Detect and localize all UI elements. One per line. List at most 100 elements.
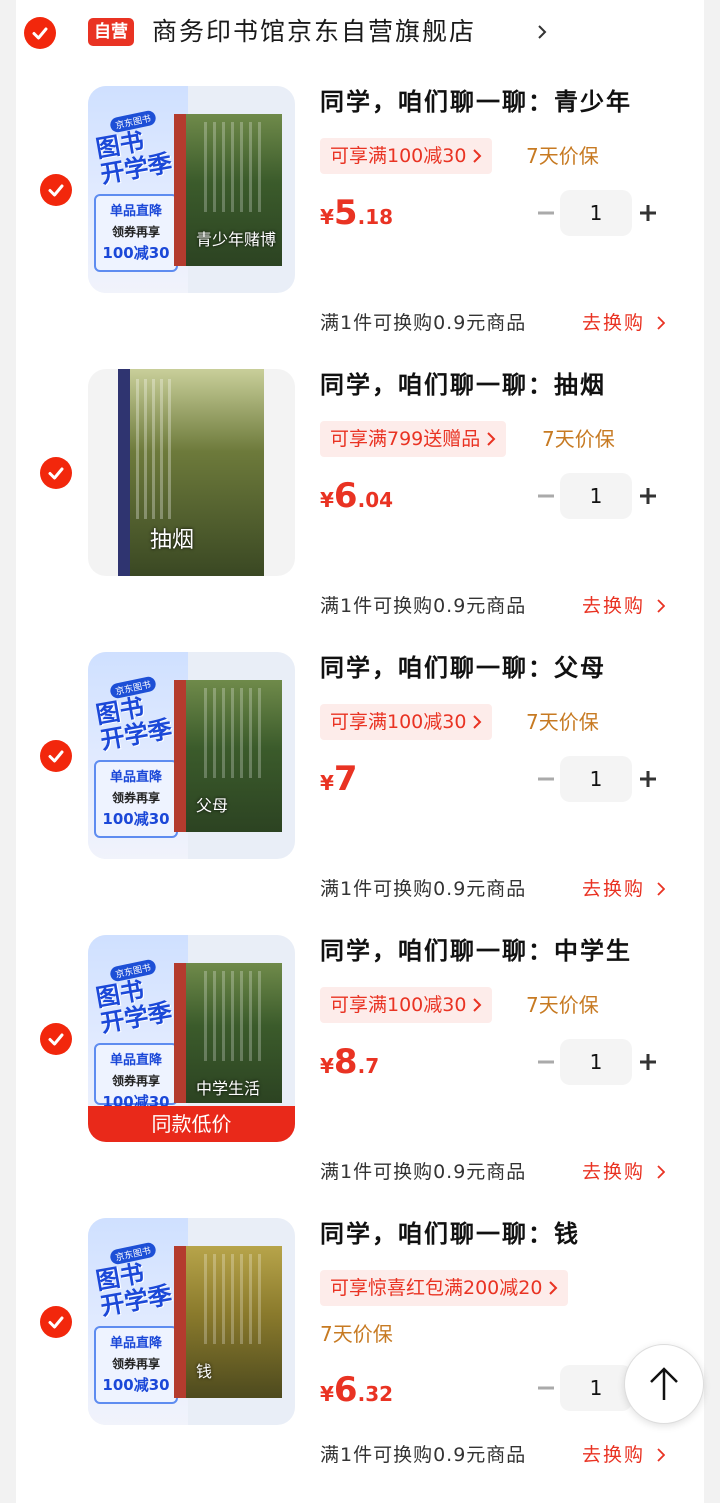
- check-icon: [48, 1033, 64, 1046]
- cart-item: 京东图书 图书 开学季 单品直降 领券再享 100减30 中学生活 同款低价 同学…: [0, 935, 720, 1218]
- quantity-input[interactable]: 1: [560, 1365, 632, 1411]
- chevron-right-icon: [657, 316, 666, 330]
- promo-tag[interactable]: 可享惊喜红包满200减20: [320, 1270, 569, 1306]
- exchange-offer-text: 满1件可换购0.9元商品: [320, 1444, 527, 1466]
- item-select-checkbox[interactable]: [40, 174, 72, 206]
- plus-icon[interactable]: [636, 767, 660, 791]
- chevron-right-icon[interactable]: [536, 22, 548, 42]
- product-thumbnail[interactable]: 京东图书 图书 开学季 单品直降 领券再享 100减30 钱: [88, 1218, 295, 1425]
- book-cover: 父母: [174, 680, 282, 832]
- check-icon: [48, 1316, 64, 1329]
- price-protect-label: 7天价保: [320, 1322, 393, 1346]
- cart-item: 京东图书 图书 开学季 单品直降 领券再享 100减30 父母 同学，咱们聊一聊：…: [0, 652, 720, 935]
- exchange-link[interactable]: 去换购: [582, 1440, 666, 1470]
- quantity-stepper: 1: [534, 1039, 660, 1085]
- quantity-input[interactable]: 1: [560, 190, 632, 236]
- price-protect-label: 7天价保: [542, 427, 615, 451]
- book-cover: 青少年赌博: [174, 114, 282, 266]
- check-icon: [48, 750, 64, 763]
- promo-headline: 图书 开学季: [93, 1259, 175, 1321]
- promo-tag[interactable]: 可享满100减30: [320, 704, 493, 740]
- arrow-up-icon: [650, 1367, 678, 1400]
- promo-headline: 图书 开学季: [93, 976, 175, 1038]
- product-price: ¥7: [320, 759, 358, 799]
- promo-banner: 京东图书 图书 开学季 单品直降 领券再享 100减30: [88, 86, 188, 293]
- exchange-link[interactable]: 去换购: [582, 1157, 666, 1187]
- cover-title: 中学生活: [196, 1079, 261, 1098]
- exchange-offer-text: 满1件可换购0.9元商品: [320, 1161, 527, 1183]
- product-thumbnail[interactable]: 京东图书 图书 开学季 单品直降 领券再享 100减30 父母: [88, 652, 295, 859]
- product-title[interactable]: 同学，咱们聊一聊：青少年: [320, 86, 632, 118]
- plus-icon[interactable]: [636, 201, 660, 225]
- product-price: ¥6.04: [320, 476, 394, 516]
- back-to-top-button[interactable]: [624, 1344, 704, 1424]
- cart-item: 抽烟 同学，咱们聊一聊：抽烟 可享满799送赠品 7天价保 ¥6.04 1 满1…: [0, 369, 720, 652]
- minus-icon[interactable]: [534, 1376, 558, 1400]
- quantity-stepper: 1: [534, 473, 660, 519]
- price-protect-label: 7天价保: [526, 710, 599, 734]
- product-thumbnail[interactable]: 京东图书 图书 开学季 单品直降 领券再享 100减30 中学生活 同款低价: [88, 935, 295, 1142]
- exchange-link[interactable]: 去换购: [582, 591, 666, 621]
- promo-box: 单品直降 领券再享 100减30: [94, 194, 178, 272]
- exchange-offer-text: 满1件可换购0.9元商品: [320, 595, 527, 617]
- same-item-low-price-banner[interactable]: 同款低价: [88, 1106, 295, 1142]
- chevron-right-icon: [657, 1165, 666, 1179]
- cover-title: 父母: [196, 796, 229, 815]
- minus-icon[interactable]: [534, 201, 558, 225]
- price-protect-label: 7天价保: [526, 993, 599, 1017]
- cover-title: 青少年赌博: [196, 230, 277, 249]
- exchange-link[interactable]: 去换购: [582, 308, 666, 338]
- promo-tag[interactable]: 可享满100减30: [320, 987, 493, 1023]
- promo-tag[interactable]: 可享满100减30: [320, 138, 493, 174]
- check-icon: [48, 467, 64, 480]
- exchange-offer-text: 满1件可换购0.9元商品: [320, 312, 527, 334]
- item-select-checkbox[interactable]: [40, 740, 72, 772]
- chevron-right-icon: [657, 1448, 666, 1462]
- cover-title: 钱: [196, 1362, 213, 1381]
- chevron-right-icon: [549, 1281, 558, 1295]
- product-title[interactable]: 同学，咱们聊一聊：抽烟: [320, 369, 606, 401]
- product-title[interactable]: 同学，咱们聊一聊：钱: [320, 1218, 580, 1250]
- product-thumbnail[interactable]: 京东图书 图书 开学季 单品直降 领券再享 100减30 青少年赌博: [88, 86, 295, 293]
- chevron-right-icon: [473, 149, 482, 163]
- book-cover: 抽烟: [118, 369, 264, 576]
- self-operated-badge: 自营: [88, 18, 134, 46]
- product-price: ¥8.7: [320, 1042, 380, 1082]
- promo-headline: 图书 开学季: [93, 693, 175, 755]
- product-price: ¥6.32: [320, 1370, 394, 1410]
- product-price: ¥5.18: [320, 193, 394, 233]
- quantity-input[interactable]: 1: [560, 1039, 632, 1085]
- shop-name-link[interactable]: 商务印书馆京东自营旗舰店: [152, 14, 476, 50]
- quantity-input[interactable]: 1: [560, 756, 632, 802]
- exchange-link[interactable]: 去换购: [582, 874, 666, 904]
- chevron-right-icon: [487, 432, 496, 446]
- promo-headline: 图书 开学季: [93, 127, 175, 189]
- plus-icon[interactable]: [636, 1050, 660, 1074]
- minus-icon[interactable]: [534, 484, 558, 508]
- plus-icon[interactable]: [636, 484, 660, 508]
- chevron-right-icon: [473, 715, 482, 729]
- promo-box: 单品直降 领券再享 100减30: [94, 760, 178, 838]
- promo-box: 单品直降 领券再享 100减30: [94, 1326, 178, 1404]
- promo-banner: 京东图书 图书 开学季 单品直降 领券再享 100减30: [88, 652, 188, 859]
- book-cover: 中学生活: [174, 963, 282, 1103]
- quantity-input[interactable]: 1: [560, 473, 632, 519]
- promo-box: 单品直降 领券再享 100减30: [94, 1043, 178, 1111]
- cover-title: 抽烟: [150, 528, 195, 553]
- minus-icon[interactable]: [534, 767, 558, 791]
- item-select-checkbox[interactable]: [40, 1023, 72, 1055]
- cart-item: 京东图书 图书 开学季 单品直降 领券再享 100减30 青少年赌博 同学，咱们聊…: [0, 86, 720, 369]
- product-title[interactable]: 同学，咱们聊一聊：中学生: [320, 935, 632, 967]
- product-title[interactable]: 同学，咱们聊一聊：父母: [320, 652, 606, 684]
- product-thumbnail[interactable]: 抽烟: [88, 369, 295, 576]
- minus-icon[interactable]: [534, 1050, 558, 1074]
- item-select-checkbox[interactable]: [40, 1306, 72, 1338]
- shop-select-checkbox[interactable]: [24, 17, 56, 49]
- check-icon: [32, 27, 48, 40]
- promo-tag[interactable]: 可享满799送赠品: [320, 421, 507, 457]
- exchange-offer-text: 满1件可换购0.9元商品: [320, 878, 527, 900]
- promo-banner: 京东图书 图书 开学季 单品直降 领券再享 100减30: [88, 1218, 188, 1425]
- item-select-checkbox[interactable]: [40, 457, 72, 489]
- quantity-stepper: 1: [534, 756, 660, 802]
- chevron-right-icon: [657, 882, 666, 896]
